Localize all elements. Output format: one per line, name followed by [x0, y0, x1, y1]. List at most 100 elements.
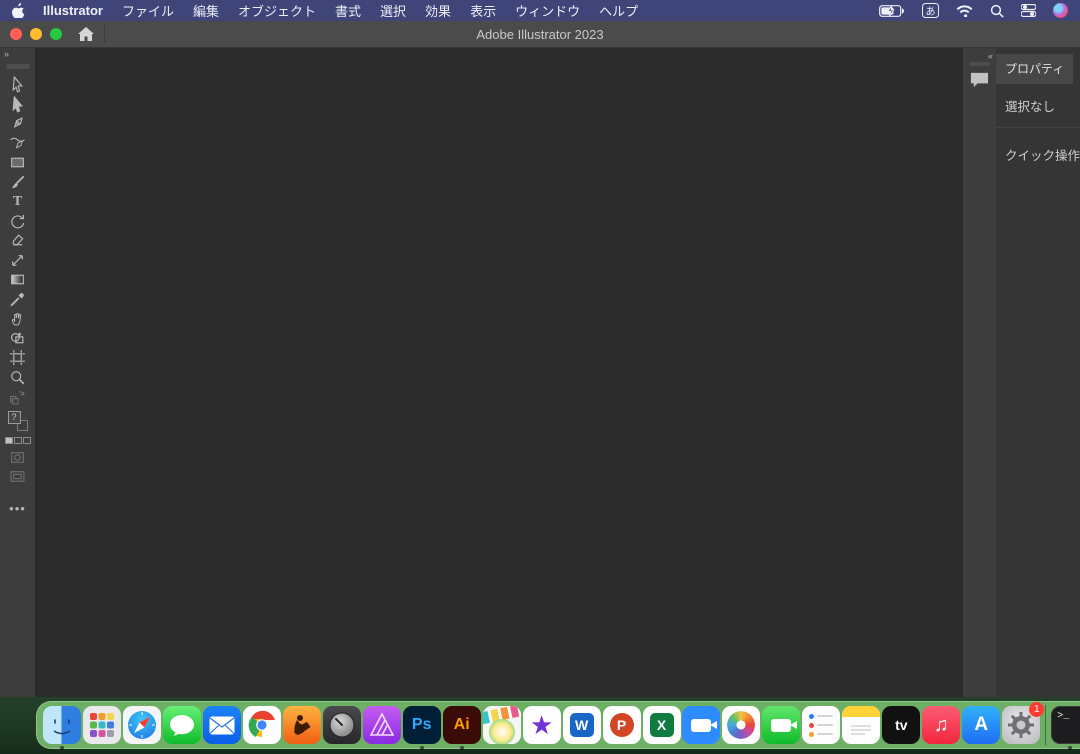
battery-charging-icon[interactable]: [879, 5, 905, 17]
affinity-photo-icon: [363, 706, 401, 744]
terminal-icon: >_: [1051, 706, 1080, 744]
dock-item-logic-pro[interactable]: [322, 706, 362, 744]
panel-tabs: プロパティ レイ: [996, 48, 1080, 84]
direct-selection-arrow-icon: [9, 96, 26, 113]
speech-bubble-icon: [969, 70, 990, 90]
dock-item-apple-tv[interactable]: tv: [881, 706, 921, 744]
dock-item-safari[interactable]: [122, 706, 162, 744]
wifi-icon[interactable]: [956, 4, 973, 17]
tools-drag-handle[interactable]: [6, 64, 30, 69]
scale-tool[interactable]: [4, 251, 32, 271]
dock-item-word[interactable]: W: [562, 706, 602, 744]
shape-builder-icon: [9, 330, 26, 347]
pen-icon: [9, 115, 26, 132]
home-button[interactable]: [78, 27, 94, 42]
menu-type[interactable]: 書式: [335, 1, 361, 20]
dock-item-garageband[interactable]: [282, 706, 322, 744]
apple-menu[interactable]: [12, 3, 27, 18]
fill-swatch[interactable]: ?: [8, 411, 21, 424]
menu-bar: Illustrator ファイル 編集 オブジェクト 書式 選択 効果 表示 ウ…: [0, 0, 1080, 21]
window-title: Adobe Illustrator 2023: [0, 27, 1080, 42]
artboard-tool[interactable]: [4, 348, 32, 368]
dock-item-final-cut-pro[interactable]: [482, 706, 522, 744]
dock-item-photos[interactable]: [721, 706, 761, 744]
menu-select[interactable]: 選択: [380, 1, 406, 20]
dock-item-launchpad[interactable]: [82, 706, 122, 744]
close-window-button[interactable]: [10, 28, 22, 40]
menu-effect[interactable]: 効果: [425, 1, 451, 20]
direct-selection-tool[interactable]: [4, 95, 32, 115]
dock-item-chrome[interactable]: [242, 706, 282, 744]
gradient-tool[interactable]: [4, 270, 32, 290]
dock-item-app-store[interactable]: A: [961, 706, 1001, 744]
pen-tool[interactable]: [4, 114, 32, 134]
music-icon: ♫: [922, 706, 960, 744]
default-swap-fill-stroke[interactable]: [4, 387, 32, 407]
tab-properties[interactable]: プロパティ: [996, 54, 1073, 84]
input-source-icon[interactable]: あ: [922, 3, 939, 18]
control-center-icon[interactable]: [1021, 4, 1036, 17]
dock-item-illustrator[interactable]: Ai: [442, 706, 482, 744]
edit-toolbar-button[interactable]: •••: [9, 501, 26, 516]
dock-item-affinity-photo[interactable]: [362, 706, 402, 744]
screen-mode-button[interactable]: [4, 467, 32, 487]
facetime-icon: [762, 706, 800, 744]
rotate-tool[interactable]: [4, 212, 32, 232]
dock-item-powerpoint[interactable]: P: [602, 706, 642, 744]
dock-item-messages[interactable]: [162, 706, 202, 744]
zoom-tool[interactable]: [4, 368, 32, 388]
eraser-tool[interactable]: [4, 231, 32, 251]
notification-badge: 1: [1029, 702, 1044, 717]
drawing-modes-button[interactable]: [4, 448, 32, 468]
paintbrush-tool[interactable]: [4, 173, 32, 193]
fill-stroke-swatches[interactable]: ?: [8, 411, 28, 431]
hand-tool[interactable]: [4, 309, 32, 329]
dock-item-mail[interactable]: [202, 706, 242, 744]
zoom-magnifier-icon: [9, 369, 26, 386]
dock-item-settings[interactable]: 1: [1001, 706, 1041, 744]
chrome-icon: [243, 706, 281, 744]
rectangle-tool[interactable]: [4, 153, 32, 173]
dock-item-excel[interactable]: X: [642, 706, 682, 744]
type-tool[interactable]: T: [4, 192, 32, 212]
spotlight-search-icon[interactable]: [990, 4, 1004, 18]
strip-drag-handle[interactable]: [969, 62, 990, 66]
comments-panel-button[interactable]: [969, 70, 990, 95]
dock-separator: [1045, 705, 1046, 745]
menu-help[interactable]: ヘルプ: [599, 1, 638, 20]
siri-icon[interactable]: [1053, 3, 1068, 18]
color-mode-buttons[interactable]: [5, 437, 31, 444]
photoshop-icon: Ps: [403, 706, 441, 744]
dock-item-imovie[interactable]: ★: [522, 706, 562, 744]
menu-object[interactable]: オブジェクト: [238, 1, 316, 20]
tab-layers[interactable]: レイ: [1073, 54, 1080, 84]
curvature-tool[interactable]: [4, 134, 32, 154]
menu-window[interactable]: ウィンドウ: [515, 1, 580, 20]
selection-status: 選択なし: [996, 84, 1080, 127]
photos-icon: [722, 706, 760, 744]
dock-item-terminal[interactable]: >_: [1050, 706, 1080, 744]
dock-item-finder[interactable]: [42, 706, 82, 744]
menu-file[interactable]: ファイル: [122, 1, 174, 20]
dock-item-reminders[interactable]: [801, 706, 841, 744]
dock-item-photoshop[interactable]: Ps: [402, 706, 442, 744]
dock-item-zoom[interactable]: [682, 706, 722, 744]
expand-tools-icon[interactable]: »: [0, 48, 8, 59]
dock-item-music[interactable]: ♫: [921, 706, 961, 744]
safari-icon: [123, 706, 161, 744]
canvas[interactable]: [37, 48, 962, 697]
menu-app-name[interactable]: Illustrator: [43, 3, 103, 18]
selection-tool[interactable]: [4, 75, 32, 95]
eraser-icon: [9, 232, 26, 249]
screen: Illustrator ファイル 編集 オブジェクト 書式 選択 効果 表示 ウ…: [0, 0, 1080, 754]
shape-builder-tool[interactable]: [4, 329, 32, 349]
menu-view[interactable]: 表示: [470, 1, 496, 20]
menu-edit[interactable]: 編集: [193, 1, 219, 20]
running-indicator: [460, 746, 464, 750]
collapse-panels-icon[interactable]: «: [988, 51, 992, 61]
eyedropper-tool[interactable]: [4, 290, 32, 310]
dock-item-notes[interactable]: [841, 706, 881, 744]
minimize-window-button[interactable]: [30, 28, 42, 40]
dock-item-facetime[interactable]: [761, 706, 801, 744]
zoom-window-button[interactable]: [50, 28, 62, 40]
